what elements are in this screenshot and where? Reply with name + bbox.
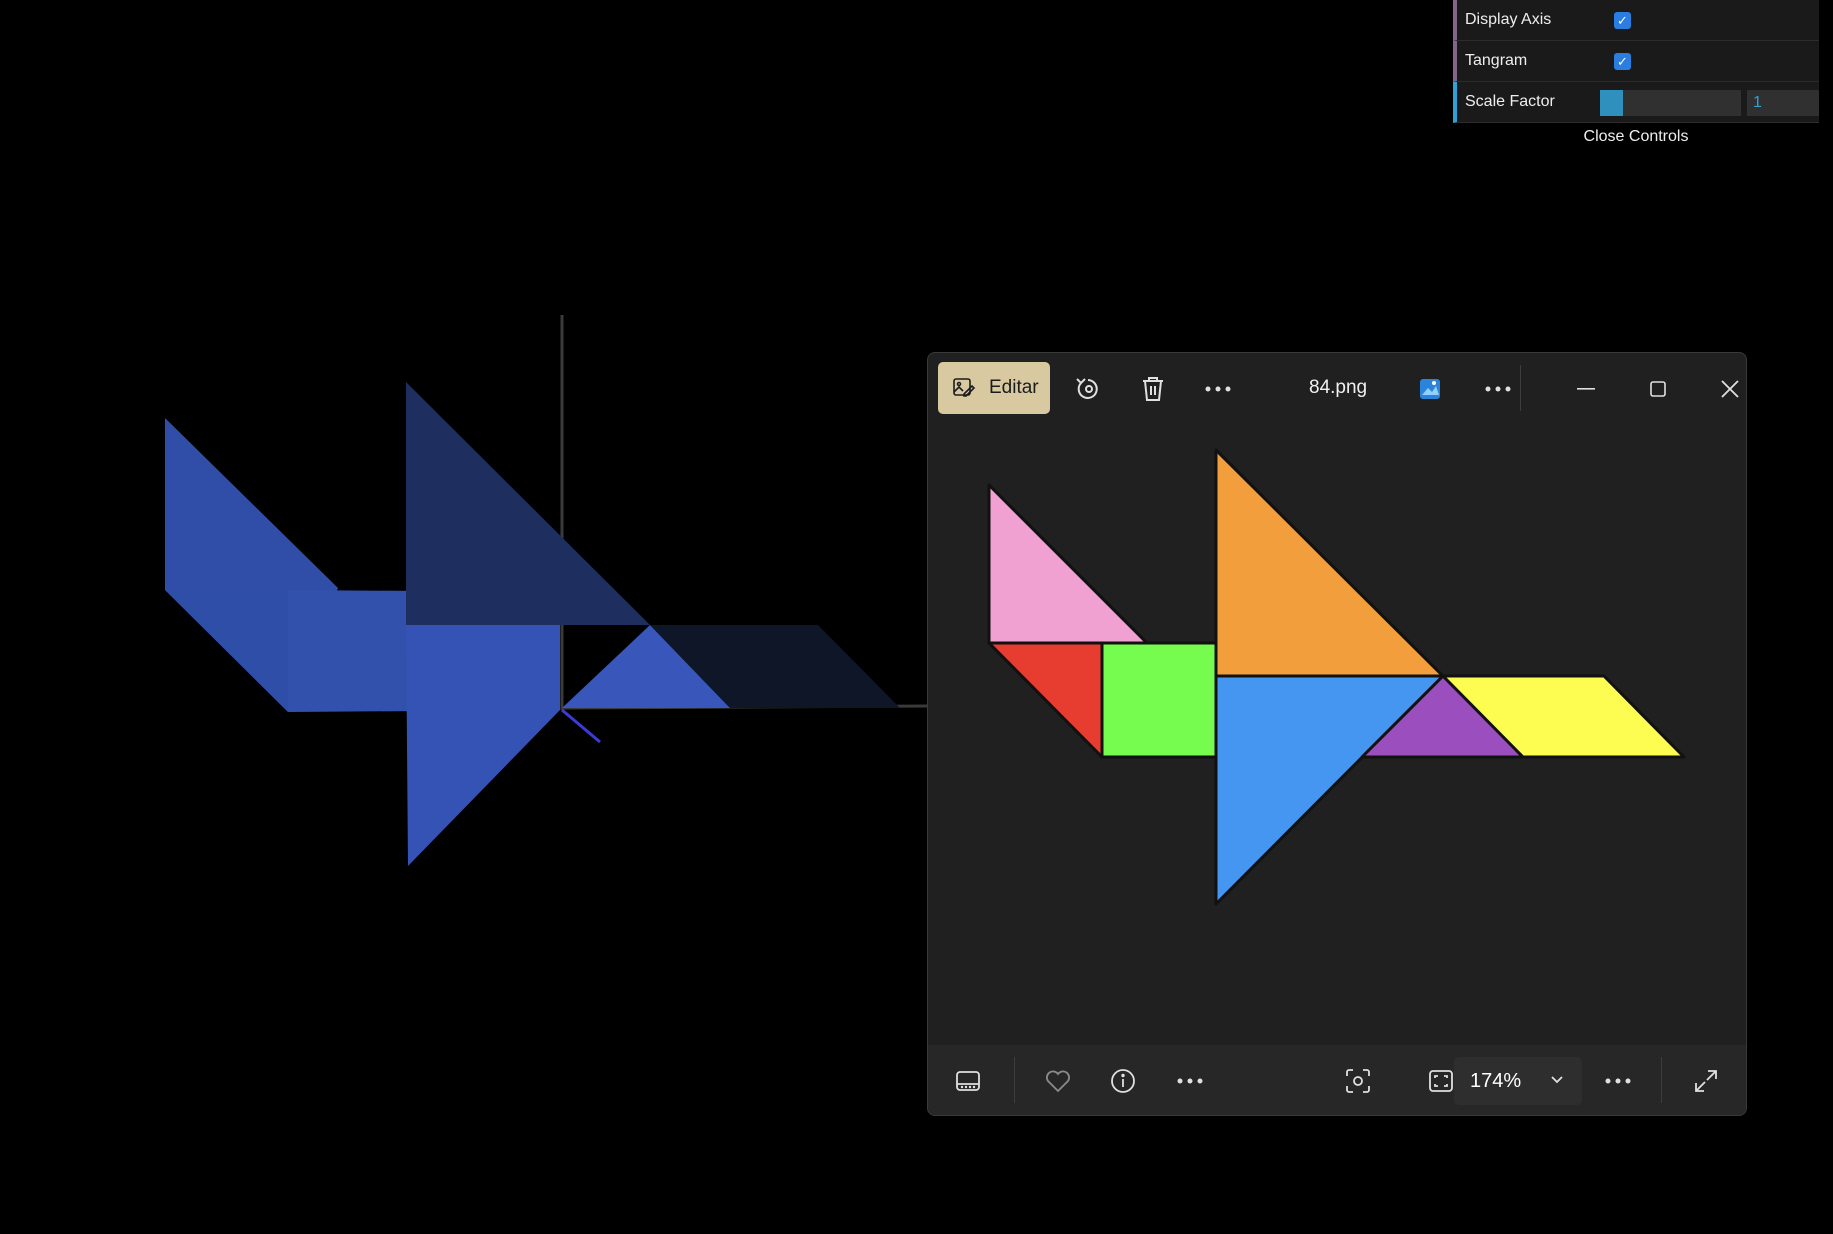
info-icon[interactable] — [1103, 1061, 1143, 1101]
chevron-down-icon — [1551, 1076, 1563, 1084]
top-triangle — [406, 382, 650, 625]
pink-triangle — [987, 483, 1149, 645]
fullscreen-icon[interactable] — [1686, 1061, 1726, 1101]
bottom-triangle — [406, 625, 560, 866]
favorite-heart-icon[interactable] — [1038, 1061, 1078, 1101]
display-axis-checkbox[interactable]: ✓ — [1614, 12, 1631, 29]
z-axis-line — [561, 708, 601, 744]
more-icon[interactable] — [1478, 369, 1518, 409]
tangram-row[interactable]: Tangram ✓ — [1453, 41, 1819, 82]
photos-app-icon[interactable] — [1410, 369, 1450, 409]
titlebar-divider — [1520, 365, 1521, 411]
zoom-dropdown[interactable]: 174% — [1454, 1057, 1582, 1105]
filmstrip-icon[interactable] — [948, 1061, 988, 1101]
orange-triangle — [1214, 448, 1445, 678]
green-square — [1100, 641, 1218, 759]
edit-button[interactable]: Editar — [938, 362, 1050, 414]
rotate-icon[interactable] — [1068, 369, 1108, 409]
scale-factor-slider-fill — [1600, 90, 1623, 116]
scale-factor-row: Scale Factor 1 — [1453, 82, 1819, 123]
more-icon[interactable] — [1198, 369, 1238, 409]
visual-search-icon[interactable] — [1338, 1061, 1378, 1101]
tangram-checkbox[interactable]: ✓ — [1614, 53, 1631, 70]
close-controls-button[interactable]: Close Controls — [1453, 123, 1819, 153]
bottom-divider — [1661, 1057, 1662, 1103]
close-icon[interactable] — [1710, 369, 1746, 409]
display-axis-row[interactable]: Display Axis ✓ — [1453, 0, 1819, 41]
tangram-image — [987, 448, 1686, 906]
image-canvas[interactable] — [928, 425, 1746, 1039]
red-triangle — [987, 641, 1104, 759]
minimize-icon[interactable] — [1566, 369, 1606, 409]
display-axis-label: Display Axis — [1465, 11, 1552, 28]
photos-viewer-window: Editar 84.png 174% — [927, 352, 1747, 1116]
controls-panel: Display Axis ✓ Tangram ✓ Scale Factor 1 … — [1453, 0, 1819, 153]
zoom-value: 174% — [1470, 1070, 1522, 1092]
photos-bottom-toolbar: 174% — [928, 1045, 1746, 1115]
threejs-viewport[interactable]: Display Axis ✓ Tangram ✓ Scale Factor 1 … — [0, 0, 1833, 1234]
left-triangle-front — [165, 590, 288, 712]
file-name: 84.png — [1309, 377, 1368, 398]
scale-factor-slider[interactable] — [1600, 90, 1741, 116]
tangram-label: Tangram — [1465, 52, 1528, 69]
more-icon[interactable] — [1170, 1061, 1210, 1101]
scale-factor-label: Scale Factor — [1465, 93, 1555, 110]
edit-image-icon — [953, 378, 976, 397]
maximize-icon[interactable] — [1638, 369, 1678, 409]
photos-titlebar: Editar 84.png — [928, 353, 1746, 425]
delete-icon[interactable] — [1133, 369, 1173, 409]
edit-button-label: Editar — [989, 377, 1039, 398]
bottom-divider — [1014, 1057, 1015, 1103]
more-icon[interactable] — [1598, 1061, 1638, 1101]
scale-factor-input[interactable]: 1 — [1747, 90, 1819, 116]
